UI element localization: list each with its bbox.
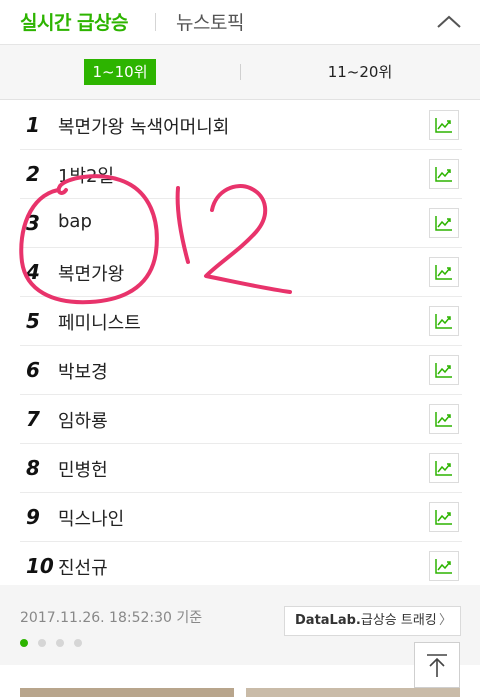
rank-number: 1 [26, 113, 40, 137]
trend-button[interactable] [429, 257, 459, 287]
rank-number: 2 [26, 162, 40, 186]
trend-button[interactable] [429, 208, 459, 238]
rank-number: 7 [26, 407, 40, 431]
keyword-list: 1 복면가왕 녹색어머니회 2 1박2일 3 bap 4 복면가왕 5 페미니스트 6 박보… [20, 101, 462, 590]
list-item[interactable]: 5 페미니스트 [20, 297, 462, 346]
list-item[interactable]: 6 박보경 [20, 346, 462, 395]
keyword-link[interactable]: 임하룡 [58, 407, 108, 433]
datalab-label: 급상승 트래킹 [360, 613, 437, 628]
trend-button[interactable] [429, 404, 459, 434]
list-item[interactable]: 8 민병헌 [20, 444, 462, 493]
range-divider [240, 64, 241, 80]
list-item[interactable]: 2 1박2일 [20, 150, 462, 199]
rank-number: 3 [26, 211, 40, 235]
keyword-link[interactable]: 진선규 [58, 554, 108, 580]
keyword-link[interactable]: 복면가왕 [58, 260, 124, 286]
trend-chart-icon [435, 412, 452, 427]
trend-button[interactable] [429, 110, 459, 140]
trend-chart-icon [435, 363, 452, 378]
trend-button[interactable] [429, 159, 459, 189]
list-item[interactable]: 7 임하룡 [20, 395, 462, 444]
thumbnail-image[interactable] [246, 688, 460, 697]
rank-number: 8 [26, 456, 40, 480]
trend-button[interactable] [429, 551, 459, 581]
range-tabs: 1~10위 11~20위 [0, 45, 480, 100]
trend-chart-icon [435, 265, 452, 280]
trend-button[interactable] [429, 453, 459, 483]
rank-number: 10 [26, 554, 54, 578]
trend-button[interactable] [429, 502, 459, 532]
scroll-to-top-button[interactable] [414, 642, 460, 688]
rank-number: 4 [26, 260, 40, 284]
list-item[interactable]: 10 진선규 [20, 542, 462, 590]
list-footer: 2017.11.26. 18:52:30 기준 DataLab.급상승 트래킹 … [0, 585, 480, 665]
keyword-link[interactable]: bap [58, 211, 92, 232]
collapse-button[interactable] [434, 8, 464, 36]
trend-chart-icon [435, 118, 452, 133]
header: 실시간 급상승 뉴스토픽 [0, 0, 480, 45]
keyword-link[interactable]: 믹스나인 [58, 505, 124, 531]
thumbnail-image[interactable] [20, 688, 234, 697]
trend-chart-icon [435, 216, 452, 231]
list-item[interactable]: 3 bap [20, 199, 462, 248]
page-dot[interactable] [74, 639, 82, 647]
list-item[interactable]: 4 복면가왕 [20, 248, 462, 297]
update-timestamp: 2017.11.26. 18:52:30 기준 [20, 610, 203, 626]
trend-chart-icon [435, 314, 452, 329]
range-tab-1-10[interactable]: 1~10위 [84, 59, 156, 85]
trend-button[interactable] [429, 306, 459, 336]
chevron-up-icon [437, 15, 461, 28]
keyword-link[interactable]: 민병헌 [58, 456, 108, 482]
keyword-link[interactable]: 페미니스트 [58, 309, 141, 335]
trend-chart-icon [435, 559, 452, 574]
trend-chart-icon [435, 510, 452, 525]
trend-chart-icon [435, 167, 452, 182]
tab-realtime-rising[interactable]: 실시간 급상승 [20, 8, 129, 35]
page-dot-active[interactable] [20, 639, 28, 647]
tab-news-topic[interactable]: 뉴스토픽 [176, 8, 244, 35]
datalab-brand: DataLab. [295, 613, 361, 628]
header-divider [155, 13, 156, 31]
range-tab-11-20[interactable]: 11~20위 [320, 59, 400, 85]
page-dot[interactable] [56, 639, 64, 647]
keyword-link[interactable]: 박보경 [58, 358, 108, 384]
chevron-right-icon: 〉 [438, 613, 452, 628]
rank-number: 5 [26, 309, 40, 333]
arrow-up-to-top-icon [427, 654, 447, 677]
list-item[interactable]: 9 믹스나인 [20, 493, 462, 542]
page-indicator [20, 632, 92, 651]
trend-chart-icon [435, 461, 452, 476]
page-dot[interactable] [38, 639, 46, 647]
keyword-link[interactable]: 1박2일 [58, 162, 114, 188]
rank-number: 6 [26, 358, 40, 382]
trend-button[interactable] [429, 355, 459, 385]
datalab-tracking-button[interactable]: DataLab.급상승 트래킹 〉 [284, 606, 461, 636]
rank-number: 9 [26, 505, 40, 529]
list-item[interactable]: 1 복면가왕 녹색어머니회 [20, 101, 462, 150]
keyword-link[interactable]: 복면가왕 녹색어머니회 [58, 113, 229, 139]
